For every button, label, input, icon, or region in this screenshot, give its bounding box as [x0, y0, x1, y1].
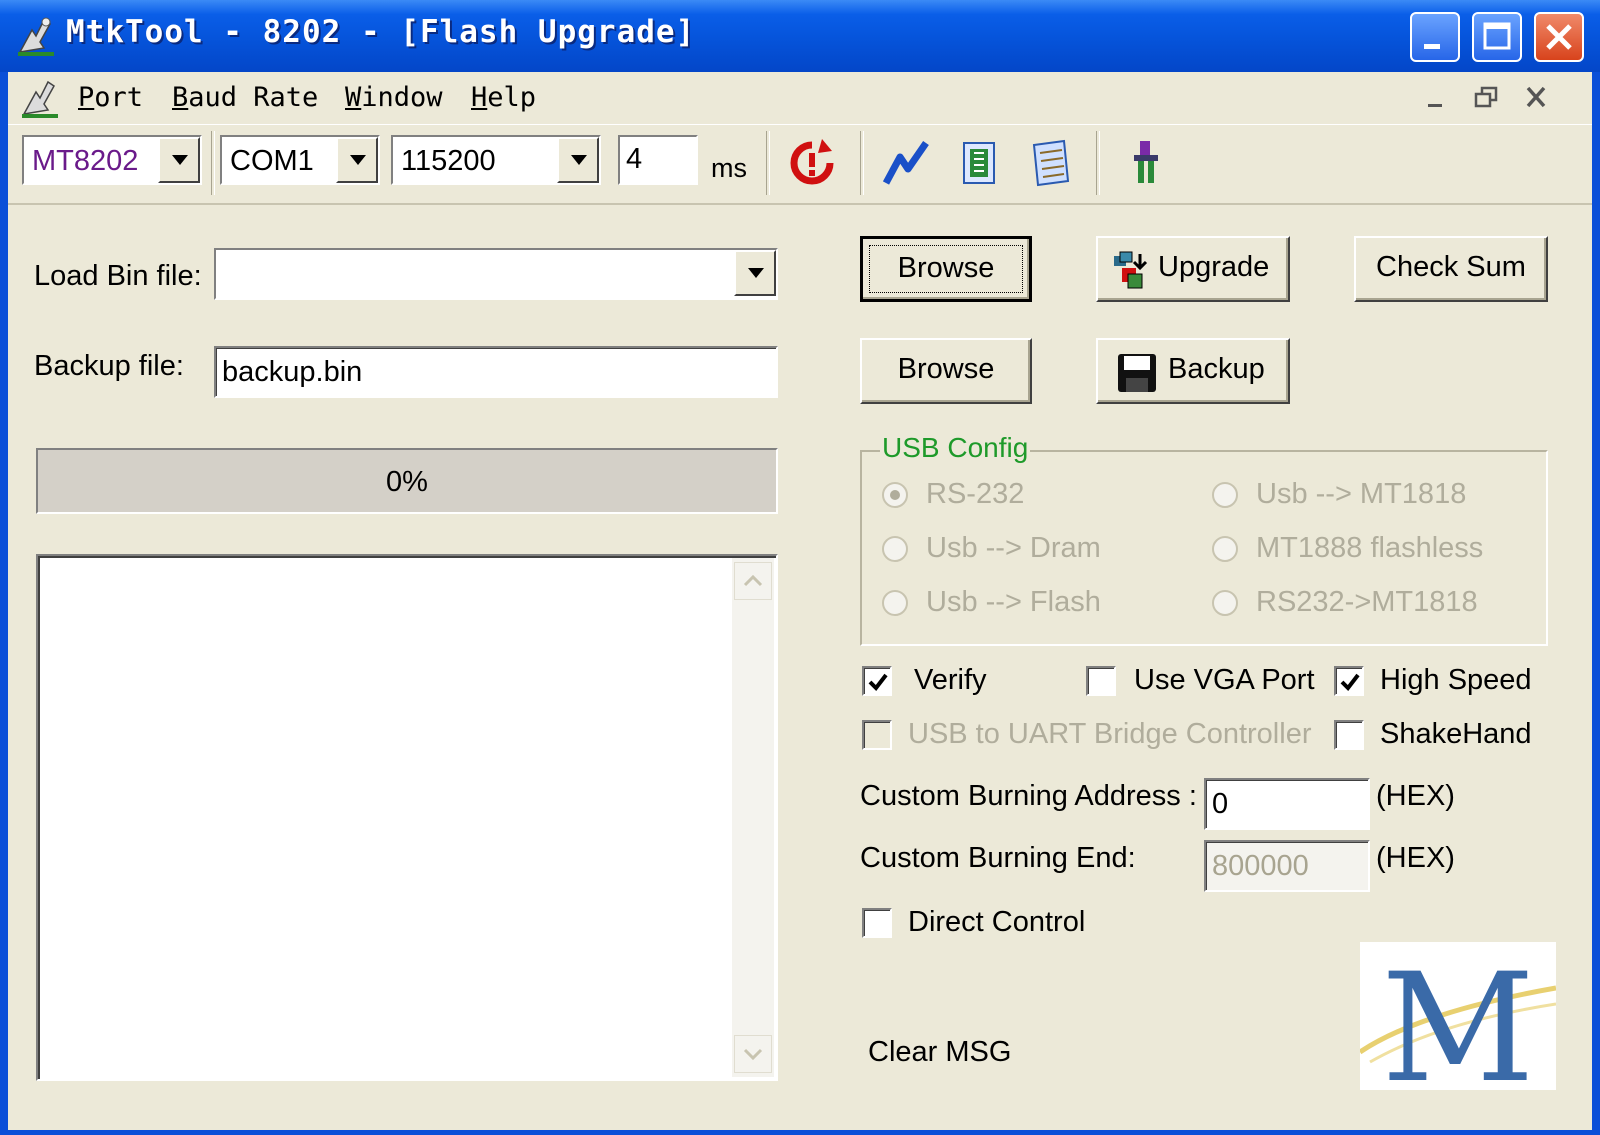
baud-dropdown-button[interactable] — [557, 137, 599, 183]
upgrade-icon — [1114, 251, 1148, 289]
port-dropdown-button[interactable] — [336, 137, 378, 183]
use-vga-port-label: Use VGA Port — [1134, 664, 1315, 696]
delay-unit-label: ms — [711, 153, 747, 183]
app-window: MtkTool - 8202 - [Flash Upgrade] Port Ba… — [0, 0, 1600, 1135]
progress-text: 0% — [386, 466, 428, 498]
chevron-down-icon — [571, 155, 587, 165]
browse-backup-button[interactable]: Browse — [860, 338, 1032, 404]
load-bin-select[interactable] — [214, 248, 778, 300]
upgrade-button[interactable]: Upgrade — [1096, 236, 1290, 302]
usb-config-radio-label: Usb --> Flash — [926, 586, 1101, 618]
usb-uart-bridge-label: USB to UART Bridge Controller — [908, 718, 1312, 750]
chevron-down-icon — [350, 155, 366, 165]
shakehand-checkbox[interactable] — [1334, 720, 1364, 750]
toolbar-separator — [766, 131, 770, 195]
custom-end-label: Custom Burning End: — [860, 842, 1136, 874]
maximize-icon — [1483, 22, 1511, 50]
shakehand-label: ShakeHand — [1380, 718, 1532, 750]
browse-bin-button[interactable]: Browse — [860, 236, 1032, 302]
usb-config-radio-label: RS232->MT1818 — [1256, 586, 1478, 618]
scroll-up-button[interactable] — [734, 562, 772, 600]
toolbar-separator — [1096, 131, 1100, 195]
mdi-restore-icon[interactable] — [1466, 80, 1506, 116]
menu-help[interactable]: Help — [471, 82, 536, 113]
scroll-down-button[interactable] — [734, 1035, 772, 1073]
address-hex-label: (HEX) — [1376, 780, 1455, 812]
load-bin-label: Load Bin file: — [34, 260, 202, 292]
delay-input[interactable]: 4 — [618, 135, 698, 185]
usb-config-radio[interactable] — [1210, 588, 1240, 618]
direct-control-checkbox[interactable] — [862, 908, 892, 938]
window-title: MtkTool - 8202 - [Flash Upgrade] — [66, 14, 696, 50]
minimize-button[interactable] — [1410, 12, 1460, 62]
verify-label: Verify — [914, 664, 987, 696]
checkmark-icon — [868, 673, 888, 692]
usb-config-radio-label: MT1888 flashless — [1256, 532, 1484, 564]
high-speed-label: High Speed — [1380, 664, 1532, 696]
toolbar-separator — [211, 131, 215, 195]
chip-info-icon[interactable] — [954, 137, 1006, 189]
chevron-down-icon — [172, 155, 188, 165]
checkmark-icon — [1340, 673, 1360, 692]
chevron-down-icon — [748, 268, 764, 278]
port-select[interactable]: COM1 — [220, 135, 380, 185]
high-speed-checkbox[interactable] — [1334, 666, 1364, 696]
log-scrollbar[interactable] — [732, 558, 774, 1077]
close-icon — [1546, 24, 1572, 50]
custom-end-input[interactable]: 800000 — [1204, 840, 1370, 892]
minimize-icon — [1424, 44, 1440, 49]
chip-dropdown-button[interactable] — [158, 137, 200, 183]
mtk-logo-graphic: M — [1360, 942, 1556, 1090]
usb-config-radio[interactable] — [1210, 534, 1240, 564]
message-log[interactable] — [36, 554, 778, 1081]
floppy-disk-icon — [1118, 354, 1156, 392]
menu-port[interactable]: Port — [78, 82, 143, 113]
chevron-down-icon — [743, 1048, 763, 1061]
clear-msg-button[interactable]: Clear MSG — [868, 1036, 1011, 1069]
usb-config-radio-label: Usb --> MT1818 — [1256, 478, 1467, 510]
backup-file-input[interactable]: backup.bin — [214, 346, 778, 398]
maximize-button[interactable] — [1472, 12, 1522, 62]
notepad-icon[interactable] — [1024, 137, 1076, 189]
usb-config-radio-label: RS-232 — [926, 478, 1025, 510]
document-app-icon[interactable] — [18, 76, 62, 120]
mtk-logo: M — [1360, 942, 1556, 1090]
use-vga-port-checkbox[interactable] — [1086, 666, 1116, 696]
mdi-close-icon[interactable] — [1516, 80, 1556, 116]
toolbar-separator — [860, 131, 864, 195]
verify-checkbox[interactable] — [862, 666, 892, 696]
menu-baud-rate[interactable]: Baud Rate — [172, 82, 318, 113]
custom-address-input[interactable]: 0 — [1204, 778, 1370, 830]
logo-letter: M — [1381, 942, 1535, 1090]
backup-button[interactable]: Backup — [1096, 338, 1290, 404]
check-sum-button[interactable]: Check Sum — [1354, 236, 1548, 302]
flag-tool-icon[interactable] — [1122, 137, 1174, 189]
usb-uart-bridge-checkbox[interactable] — [862, 720, 892, 750]
toolbar: MT8202 COM1 115200 4 ms — [8, 124, 1592, 205]
baud-select[interactable]: 115200 — [391, 135, 601, 185]
client-area: Port Baud Rate Window Help MT8202 COM1 1… — [8, 72, 1592, 1130]
usb-config-radio[interactable] — [880, 588, 910, 618]
chip-select[interactable]: MT8202 — [22, 135, 202, 185]
end-hex-label: (HEX) — [1376, 842, 1455, 874]
mdi-minimize-icon[interactable] — [1416, 80, 1456, 116]
mtktool-app-icon — [18, 17, 54, 56]
menu-bar: Port Baud Rate Window Help — [8, 72, 1592, 124]
signal-icon[interactable] — [882, 137, 934, 189]
chevron-up-icon — [743, 574, 763, 587]
usb-config-radio-label: Usb --> Dram — [926, 532, 1101, 564]
title-bar[interactable]: MtkTool - 8202 - [Flash Upgrade] — [0, 0, 1600, 72]
load-bin-dropdown-button[interactable] — [734, 250, 776, 296]
usb-config-radio[interactable] — [880, 534, 910, 564]
usb-config-title: USB Config — [880, 432, 1031, 464]
custom-address-label: Custom Burning Address : — [860, 780, 1197, 812]
usb-config-radio[interactable] — [1210, 480, 1240, 510]
backup-file-label: Backup file: — [34, 350, 184, 382]
progress-bar: 0% — [36, 448, 778, 514]
reset-icon[interactable] — [786, 137, 838, 189]
direct-control-label: Direct Control — [908, 906, 1086, 938]
usb-config-radio[interactable] — [880, 480, 910, 510]
close-button[interactable] — [1534, 12, 1584, 62]
menu-window[interactable]: Window — [345, 82, 443, 113]
